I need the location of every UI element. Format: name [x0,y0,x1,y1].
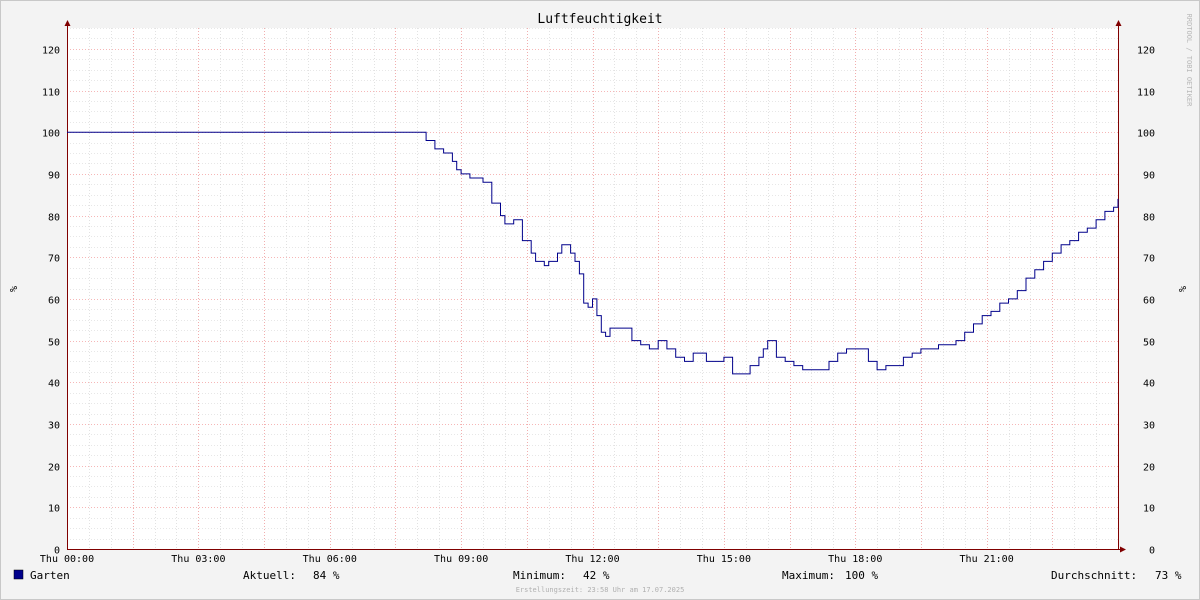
x-tick-label: Thu 00:00 [40,554,94,565]
y-tick-label-right: 120 [1137,46,1155,57]
y-tick-label-left: 30 [48,421,60,432]
y-axis-arrow-left [64,20,71,26]
x-tick-label: Thu 09:00 [434,554,488,565]
y-tick-label-right: 50 [1143,338,1155,349]
y-tick-label-right: 40 [1143,379,1155,390]
y-axis-label-left: % [7,286,18,292]
y-tick-label-left: 90 [48,171,60,182]
x-tick-label: Thu 18:00 [828,554,882,565]
legend-current-value: 84 % [313,569,340,582]
y-tick-label-left: 20 [48,463,60,474]
y-tick-label-left: 40 [48,379,60,390]
legend-series-name: Garten [30,569,70,582]
y-tick-label-right: 90 [1143,171,1155,182]
y-tick-label-left: 50 [48,338,60,349]
y-tick-label-left: 100 [42,129,60,140]
legend-current-label: Aktuell: [243,569,296,582]
footer-timestamp: Erstellungszeit: 23:58 Uhr am 17.07.2025 [516,586,685,594]
y-tick-label-left: 60 [48,296,60,307]
y-tick-label-right: 60 [1143,296,1155,307]
x-axis-arrow [1120,546,1126,553]
legend-min-value: 42 % [583,569,610,582]
x-tick-label: Thu 03:00 [171,554,225,565]
y-tick-label-left: 110 [42,88,60,99]
y-tick-label-left: 120 [42,46,60,57]
y-tick-label-right: 110 [1137,88,1155,99]
plot-canvas [67,28,1118,549]
y-tick-label-right: 0 [1149,546,1155,557]
x-tick-label: Thu 06:00 [303,554,357,565]
y-tick-label-right: 100 [1137,129,1155,140]
legend-swatch [13,569,24,580]
legend-avg-value: 73 % [1155,569,1182,582]
legend-max-value: 100 % [845,569,878,582]
y-tick-label-right: 20 [1143,463,1155,474]
chart-title: Luftfeuchtigkeit [537,12,662,27]
legend-avg-label: Durchschnitt: [1051,569,1137,582]
humidity-chart: 0 010 1020 2030 3040 4050 5060 6070 7080 8090 9010… [7,12,1193,594]
watermark: RRDTOOL / TOBI OETIKER [1185,14,1193,108]
x-tick-label: Thu 21:00 [960,554,1014,565]
y-tick-label-right: 80 [1143,213,1155,224]
y-tick-label-right: 70 [1143,254,1155,265]
legend-min-label: Minimum: [513,569,566,582]
x-tick-label: Thu 15:00 [697,554,751,565]
x-tick-label: Thu 12:00 [565,554,619,565]
y-tick-label-left: 70 [48,254,60,265]
y-tick-label-right: 30 [1143,421,1155,432]
y-axis-arrow-right [1115,20,1122,26]
y-tick-label-right: 10 [1143,504,1155,515]
y-tick-label-left: 80 [48,213,60,224]
y-axis-label-right: % [1176,286,1187,292]
y-tick-label-left: 10 [48,504,60,515]
legend-max-label: Maximum: [782,569,835,582]
